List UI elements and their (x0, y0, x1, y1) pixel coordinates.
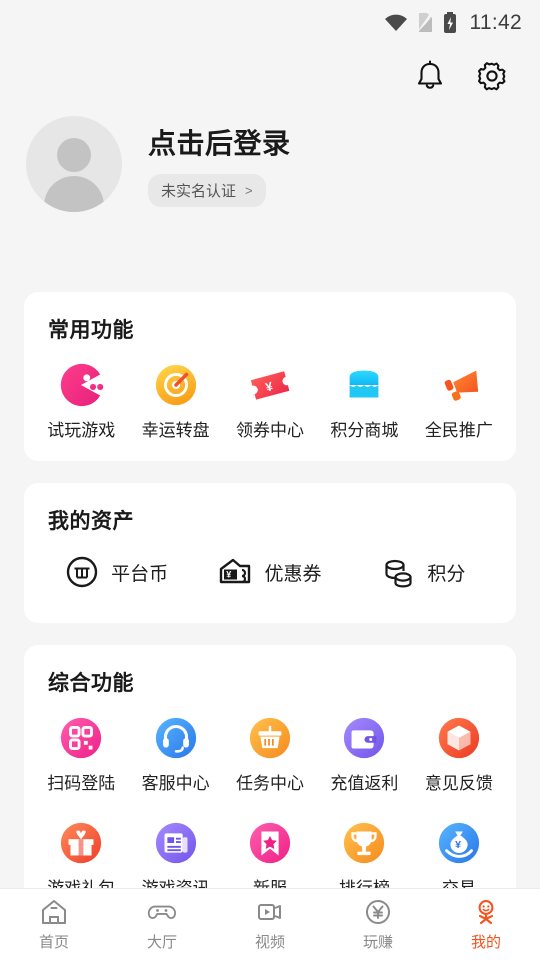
coupon-ticket-icon: ¥ (250, 371, 290, 400)
comprehensive-functions-card: 综合功能 扫码登陆 客服中心 任务中心 充值返利 意见反馈 ¥ (24, 645, 516, 888)
tab-label: 大厅 (146, 934, 177, 951)
asset-item-platform-coin[interactable]: 平台币 (40, 555, 193, 589)
tab-mine[interactable]: 我的 (432, 897, 540, 952)
comprehensive-item-label: 充值返利 (330, 774, 399, 793)
card-title-comprehensive: 综合功能 (48, 672, 134, 695)
asset-item-points[interactable]: 积分 (347, 555, 500, 589)
comprehensive-item-trade[interactable]: ¥ 交易 (412, 816, 506, 888)
common-item-label: 幸运转盘 (141, 421, 210, 440)
task-basket-icon (249, 717, 291, 759)
asset-label: 优惠券 (264, 563, 322, 585)
common-functions-grid: 试玩游戏 幸运转盘 ¥ 领券中心 积分商城 全民推广 (34, 358, 506, 441)
feedback-box-icon (438, 717, 479, 759)
common-item-promotion[interactable]: 全民推广 (412, 358, 506, 441)
common-item-trial-games[interactable]: 试玩游戏 (34, 358, 128, 441)
tab-home[interactable]: 首页 (0, 897, 108, 952)
comprehensive-item-label: 新服 (253, 874, 287, 888)
comprehensive-grid-row2: 游戏礼包 游戏资讯 (34, 816, 506, 888)
card-title-assets: 我的资产 (48, 510, 134, 533)
common-item-label: 领券中心 (236, 421, 305, 440)
news-document-icon (155, 822, 196, 864)
common-item-label: 积分商城 (330, 421, 399, 440)
comprehensive-item-ranking[interactable]: 排行榜 (317, 816, 411, 888)
common-item-label: 全民推广 (424, 421, 493, 440)
comprehensive-item-scan-login[interactable]: 扫码登陆 (34, 711, 128, 794)
comprehensive-item-label: 客服中心 (141, 774, 210, 793)
comprehensive-item-game-news[interactable]: 游戏资讯 (128, 816, 222, 888)
common-item-label: 试玩游戏 (47, 421, 116, 440)
common-functions-card: 常用功能 试玩游戏 幸运转盘 ¥ 领券中心 积分商城 全民推广 (24, 292, 516, 461)
tab-label: 玩赚 (362, 934, 393, 951)
comprehensive-item-label: 扫码登陆 (47, 774, 116, 793)
card-title-common: 常用功能 (48, 319, 134, 342)
asset-item-coupon[interactable]: ¥ 优惠券 (193, 555, 346, 589)
tab-lobby[interactable]: 大厅 (108, 897, 216, 952)
comprehensive-item-tasks[interactable]: 任务中心 (223, 711, 317, 794)
qr-scan-icon (61, 717, 102, 759)
common-item-coupon-center[interactable]: ¥ 领券中心 (223, 358, 317, 441)
tab-video[interactable]: 视频 (216, 897, 324, 952)
trophy-icon (344, 822, 385, 864)
comprehensive-item-label: 交易 (442, 874, 476, 888)
comprehensive-item-label: 游戏礼包 (47, 874, 115, 888)
tab-label: 首页 (38, 934, 69, 951)
comprehensive-item-recharge-rebate[interactable]: 充值返利 (317, 711, 411, 794)
shop-store-icon (350, 370, 379, 398)
svg-text:¥: ¥ (227, 570, 232, 580)
wallet-rebate-icon (344, 717, 385, 759)
comprehensive-item-label: 任务中心 (236, 774, 305, 793)
megaphone-icon (444, 370, 478, 401)
profile-face-icon (478, 900, 494, 925)
video-icon (258, 904, 281, 920)
yen-circle-icon (366, 900, 390, 924)
home-icon (42, 900, 66, 924)
comprehensive-grid-row1: 扫码登陆 客服中心 任务中心 充值返利 意见反馈 (34, 711, 506, 794)
tab-label: 视频 (254, 934, 285, 951)
common-item-lucky-wheel[interactable]: 幸运转盘 (128, 358, 222, 441)
pacman-icon (61, 363, 104, 407)
comprehensive-item-label: 游戏资讯 (142, 874, 210, 888)
trade-money-icon: ¥ (438, 822, 479, 864)
comprehensive-item-new-server[interactable]: 新服 (223, 816, 317, 888)
asset-label: 平台币 (111, 563, 169, 585)
coupon-wallet-icon: ¥ (220, 558, 251, 584)
app-screen: 11:42 点击后登录 未实名认证 > 常用功能 试玩游戏 幸运转盘 ¥ 领券中… (0, 0, 540, 960)
scroll-area[interactable]: 常用功能 试玩游戏 幸运转盘 ¥ 领券中心 积分商城 全民推广 我的资产 平台币… (0, 0, 540, 888)
common-item-points-mall[interactable]: 积分商城 (317, 358, 411, 441)
svg-text:¥: ¥ (455, 839, 461, 851)
bottom-tab-bar: 首页 大厅 视频 玩赚 我的 (0, 888, 540, 960)
gamepad-icon (147, 905, 176, 919)
comprehensive-item-label: 排行榜 (339, 874, 390, 888)
comprehensive-item-feedback[interactable]: 意见反馈 (412, 711, 506, 794)
target-wheel-icon (155, 364, 196, 406)
tab-earn[interactable]: 玩赚 (324, 897, 432, 952)
my-assets-card: 我的资产 平台币 ¥ 优惠券 积分 (24, 483, 516, 623)
gift-box-icon (61, 822, 102, 864)
asset-label: 积分 (427, 563, 466, 585)
comprehensive-item-game-gift[interactable]: 游戏礼包 (34, 816, 128, 888)
tab-label: 我的 (470, 934, 501, 951)
comprehensive-item-label: 意见反馈 (424, 774, 493, 793)
platform-coin-icon (66, 556, 98, 588)
points-stack-icon (385, 559, 412, 588)
assets-row: 平台币 ¥ 优惠券 积分 (34, 549, 506, 591)
bookmark-star-icon (249, 822, 291, 864)
comprehensive-item-support[interactable]: 客服中心 (128, 711, 222, 794)
headset-support-icon (155, 717, 196, 759)
